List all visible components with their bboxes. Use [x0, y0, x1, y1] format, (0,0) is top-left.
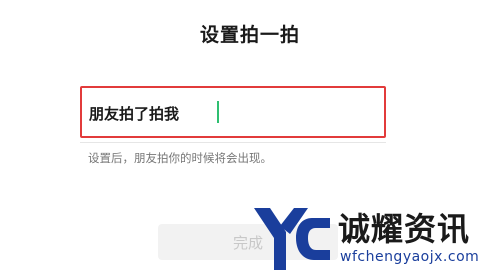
watermark-name: 诚耀资讯: [338, 210, 471, 248]
pat-text-value: 朋友拍了拍我: [89, 105, 180, 123]
pat-text-input[interactable]: 朋友拍了拍我: [80, 86, 386, 138]
watermark-url: wfchengyaojx.com: [340, 249, 480, 265]
watermark-logo-icon: [254, 208, 330, 270]
hint-text: 设置后，朋友拍你的时候将会出现。: [88, 151, 272, 165]
input-underline: [80, 142, 386, 143]
page-title: 设置拍一拍: [199, 24, 300, 46]
text-caret: [217, 101, 219, 123]
